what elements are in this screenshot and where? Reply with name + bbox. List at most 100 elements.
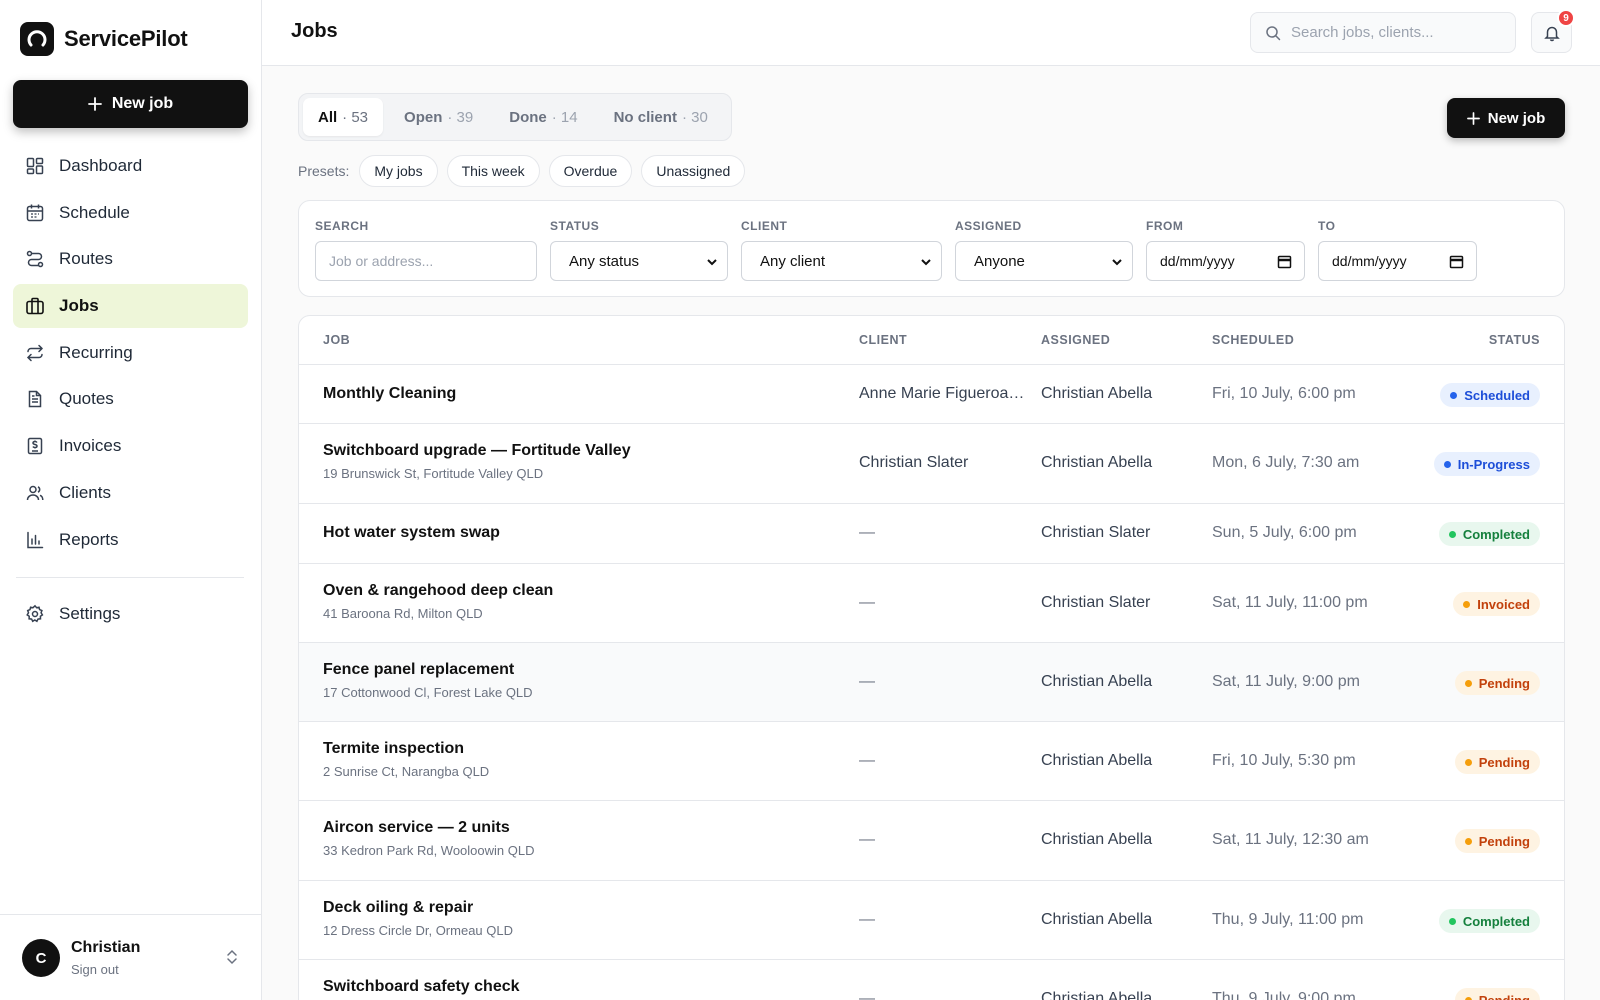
table-row[interactable]: Oven & rangehood deep clean 41 Baroona Rd… (299, 564, 1564, 643)
table-row[interactable]: Monthly Cleaning Anne Marie Figueroa Agui… (299, 365, 1564, 424)
sidebar-item-label: Settings (59, 604, 121, 623)
job-title[interactable]: Aircon service — 2 units (323, 819, 510, 837)
user-menu[interactable]: C Christian Sign out (0, 914, 261, 1000)
table-row[interactable]: Termite inspection 2 Sunrise Ct, Narangba… (299, 722, 1564, 801)
status-badge: Pending (1454, 750, 1540, 774)
tab-all[interactable]: All · 53 (303, 98, 384, 136)
sidebar-item-invoices[interactable]: Invoices (13, 424, 248, 468)
sidebar-item-settings[interactable]: Settings (13, 592, 248, 636)
filter-from-label: FROM (1146, 219, 1184, 233)
job-title[interactable]: Deck oiling & repair (323, 899, 473, 917)
status-dot (1464, 996, 1472, 1000)
sidebar-item-quotes[interactable]: Quotes (13, 377, 248, 421)
status-label: Completed (1462, 526, 1530, 542)
new-job-button[interactable]: New job (1447, 98, 1565, 138)
filter-assigned-select[interactable]: Anyone (955, 241, 1133, 281)
status-badge: Scheduled (1440, 383, 1540, 407)
calendar-icon[interactable] (1449, 254, 1464, 269)
assigned-cell: Christian Abella (1041, 990, 1153, 1000)
preset-unassigned[interactable]: Unassigned (641, 155, 746, 187)
notifications-button[interactable]: 9 (1531, 9, 1575, 53)
preset-my-jobs[interactable]: My jobs (359, 155, 438, 187)
tab-label: No client (613, 108, 677, 126)
status-label: Pending (1478, 992, 1530, 1000)
status-label: In-Progress (1457, 456, 1530, 472)
calendar-icon[interactable] (1277, 254, 1292, 269)
sidebar-new-job-label: New job (111, 95, 174, 112)
table-row[interactable]: Switchboard safety check — Christian Abell… (299, 960, 1564, 1000)
filter-assigned-label: ASSIGNED (955, 219, 1022, 233)
job-title[interactable]: Switchboard upgrade — Fortitude Valley (323, 442, 631, 460)
table-row[interactable]: Switchboard upgrade — Fortitude Valley 19… (299, 424, 1564, 504)
column-header-scheduled[interactable]: SCHEDULED (1212, 333, 1294, 347)
filter-search-input[interactable]: Job or address... (315, 241, 537, 281)
sidebar-item-reports[interactable]: Reports (13, 518, 248, 562)
job-title[interactable]: Switchboard safety check (323, 978, 520, 996)
column-header-assigned[interactable]: ASSIGNED (1041, 333, 1110, 347)
scheduled-cell: Sun, 5 July, 6:00 pm (1212, 524, 1357, 541)
job-title[interactable]: Fence panel replacement (323, 661, 514, 679)
status-label: Pending (1478, 833, 1530, 849)
job-title[interactable]: Monthly Cleaning (323, 385, 456, 403)
job-title[interactable]: Oven & rangehood deep clean (323, 582, 553, 600)
sidebar-item-label: Jobs (59, 296, 99, 316)
client-cell: — (859, 594, 875, 611)
sidebar-item-dashboard[interactable]: Dashboard (13, 144, 248, 188)
tab-done[interactable]: Done · 14 (494, 98, 592, 136)
status-dot (1464, 679, 1472, 687)
table-row[interactable]: Fence panel replacement 17 Cottonwood Cl,… (299, 643, 1564, 722)
brand[interactable]: ServicePilot (20, 22, 188, 56)
sidebar-item-label: Recurring (59, 342, 133, 362)
job-title[interactable]: Hot water system swap (323, 524, 500, 542)
page-title: Jobs (291, 20, 338, 42)
scheduled-cell: Thu, 9 July, 11:00 pm (1212, 911, 1364, 928)
notification-count-badge: 9 (1557, 9, 1575, 27)
column-header-job[interactable]: JOB (323, 333, 350, 347)
status-label: Pending (1478, 675, 1530, 691)
job-address: 19 Brunswick St, Fortitude Valley QLD (323, 466, 544, 481)
assigned-cell: Christian Abella (1041, 831, 1153, 848)
global-search[interactable] (1250, 12, 1516, 53)
sidebar-item-clients[interactable]: Clients (13, 471, 248, 515)
filter-from-date[interactable]: dd/mm/yyyy (1146, 241, 1305, 281)
filter-to-date[interactable]: dd/mm/yyyy (1318, 241, 1477, 281)
status-dot (1464, 837, 1472, 845)
sidebar-item-jobs[interactable]: Jobs (13, 284, 248, 329)
sidebar-item-label: Quotes (59, 389, 114, 409)
sidebar: ServicePilot New job Dashboard Schedule … (0, 0, 262, 1000)
tab-count: · 53 (342, 108, 369, 126)
chevron-up-down-icon[interactable] (223, 947, 241, 967)
sidebar-new-job-button[interactable]: New job (13, 80, 248, 128)
filter-client-select[interactable]: Any client (741, 241, 942, 281)
filter-status-select[interactable]: Any status (550, 241, 728, 281)
column-header-status[interactable]: STATUS (1489, 333, 1540, 347)
scheduled-cell: Sat, 11 July, 9:00 pm (1212, 673, 1360, 690)
preset-overdue[interactable]: Overdue (548, 155, 633, 187)
search-input[interactable] (1291, 24, 1501, 41)
job-title[interactable]: Termite inspection (323, 740, 464, 758)
users-icon (26, 485, 44, 500)
status-dot (1448, 530, 1456, 538)
tab-no-client[interactable]: No client · 30 (599, 98, 723, 136)
job-address: 17 Cottonwood Cl, Forest Lake QLD (323, 685, 533, 700)
repeat-icon (26, 344, 44, 361)
sidebar-item-routes[interactable]: Routes (13, 237, 248, 281)
status-badge: Completed (1438, 909, 1540, 933)
tab-count: · 39 (447, 108, 474, 126)
status-dot (1450, 391, 1458, 399)
bell-icon (1543, 26, 1560, 41)
sign-out-link[interactable]: Sign out (71, 962, 119, 977)
column-header-client[interactable]: CLIENT (859, 333, 907, 347)
table-row[interactable]: Hot water system swap — Christian Slater Su… (299, 504, 1564, 564)
table-row[interactable]: Aircon service — 2 units 33 Kedron Park R… (299, 801, 1564, 881)
preset-this-week[interactable]: This week (446, 155, 540, 187)
tab-open[interactable]: Open · 39 (389, 98, 488, 136)
filter-search-label: SEARCH (315, 219, 369, 233)
sidebar-item-schedule[interactable]: Schedule (13, 191, 248, 235)
sidebar-item-label: Invoices (59, 436, 122, 456)
scheduled-cell: Mon, 6 July, 7:30 am (1212, 454, 1360, 471)
table-row[interactable]: Deck oiling & repair 12 Dress Circle Dr, … (299, 881, 1564, 960)
app-name: ServicePilot (64, 26, 188, 51)
sidebar-item-recurring[interactable]: Recurring (13, 331, 248, 375)
assigned-cell: Christian Abella (1041, 385, 1153, 402)
